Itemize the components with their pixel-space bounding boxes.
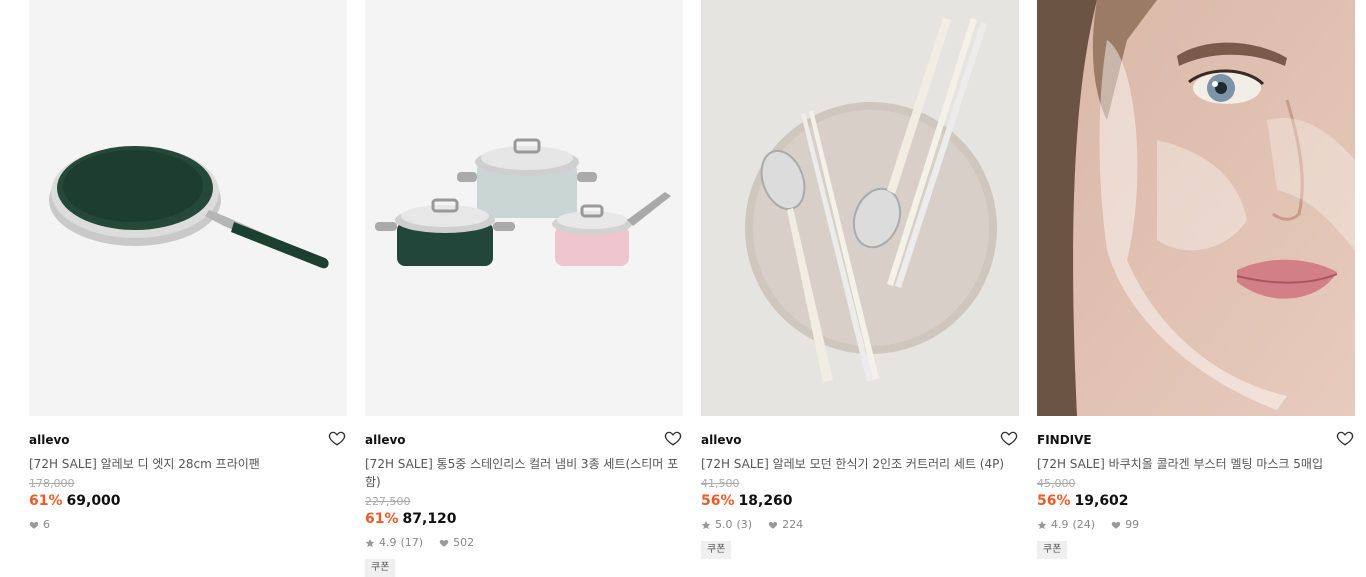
like-count: 502: [453, 536, 475, 549]
wishlist-heart-icon[interactable]: [1336, 429, 1354, 447]
original-price: 227,500: [365, 495, 411, 508]
like-count: 224: [782, 518, 804, 531]
wishlist-heart-icon[interactable]: [664, 429, 682, 447]
star-icon: [701, 520, 711, 530]
cookware-set-image: [365, 0, 683, 416]
product-title[interactable]: [72H SALE] 알레보 모던 한식기 2인조 커트러리 세트 (4P): [701, 455, 1019, 473]
discount-rate: 61%: [29, 493, 63, 509]
face-mask-image: [1037, 0, 1355, 416]
product-title[interactable]: [72H SALE] 통5중 스테인리스 컬러 냄비 3종 세트(스티머 포함): [365, 455, 683, 491]
price-row: 61% 69,000: [29, 492, 347, 510]
heart-count-icon: [29, 521, 39, 529]
brand-name[interactable]: allevo: [29, 432, 347, 448]
brand-name[interactable]: allevo: [365, 432, 683, 448]
heart-count-icon: [439, 539, 449, 547]
sale-price: 87,120: [402, 511, 457, 527]
product-image[interactable]: [365, 0, 683, 416]
product-meta: 4.9 (17) 502: [365, 536, 683, 550]
original-price: 178,000: [29, 477, 75, 490]
like-count: 99: [1125, 518, 1140, 531]
coupon-badge: 쿠폰: [1037, 541, 1068, 559]
sale-price: 69,000: [66, 493, 121, 509]
product-meta: 6: [29, 518, 347, 532]
like-count: 6: [43, 518, 50, 531]
brand-name[interactable]: FINDIVE: [1037, 432, 1355, 448]
rating-value: 4.9: [379, 536, 397, 549]
price-row: 61% 87,120: [365, 510, 683, 528]
review-count: (3): [736, 518, 753, 531]
review-count: (17): [400, 536, 424, 549]
discount-rate: 56%: [701, 493, 735, 509]
original-price: 41,500: [701, 477, 740, 490]
product-meta: 4.9 (24) 99: [1037, 518, 1355, 532]
discount-rate: 56%: [1037, 493, 1071, 509]
wishlist-heart-icon[interactable]: [1000, 429, 1018, 447]
product-card[interactable]: allevo [72H SALE] 알레보 모던 한식기 2인조 커트러리 세트…: [701, 0, 1019, 559]
product-grid: allevo [72H SALE] 알레보 디 엣지 28cm 프라이팬 178…: [0, 0, 1366, 577]
rating-value: 5.0: [715, 518, 733, 531]
product-card[interactable]: allevo [72H SALE] 알레보 디 엣지 28cm 프라이팬 178…: [29, 0, 347, 532]
star-icon: [1037, 520, 1047, 530]
price-row: 56% 19,602: [1037, 492, 1355, 510]
frying-pan-image: [29, 0, 347, 416]
product-card[interactable]: FINDIVE [72H SALE] 바쿠치올 콜라겐 부스터 멜팅 마스크 5…: [1037, 0, 1355, 559]
heart-count-icon: [1111, 521, 1121, 529]
product-card[interactable]: allevo [72H SALE] 통5중 스테인리스 컬러 냄비 3종 세트(…: [365, 0, 683, 577]
price-row: 56% 18,260: [701, 492, 1019, 510]
review-count: (24): [1072, 518, 1096, 531]
star-icon: [365, 538, 375, 548]
sale-price: 19,602: [1074, 493, 1129, 509]
brand-name[interactable]: allevo: [701, 432, 1019, 448]
rating-value: 4.9: [1051, 518, 1069, 531]
original-price: 45,000: [1037, 477, 1076, 490]
coupon-badge: 쿠폰: [701, 541, 732, 559]
discount-rate: 61%: [365, 511, 399, 527]
sale-price: 18,260: [738, 493, 793, 509]
heart-count-icon: [768, 521, 778, 529]
product-title[interactable]: [72H SALE] 알레보 디 엣지 28cm 프라이팬: [29, 455, 347, 473]
product-title[interactable]: [72H SALE] 바쿠치올 콜라겐 부스터 멜팅 마스크 5매입: [1037, 455, 1355, 473]
cutlery-set-image: [701, 0, 1019, 416]
product-image[interactable]: [1037, 0, 1355, 416]
product-image[interactable]: [29, 0, 347, 416]
wishlist-heart-icon[interactable]: [328, 429, 346, 447]
product-meta: 5.0 (3) 224: [701, 518, 1019, 532]
product-image[interactable]: [701, 0, 1019, 416]
coupon-badge: 쿠폰: [365, 559, 396, 577]
